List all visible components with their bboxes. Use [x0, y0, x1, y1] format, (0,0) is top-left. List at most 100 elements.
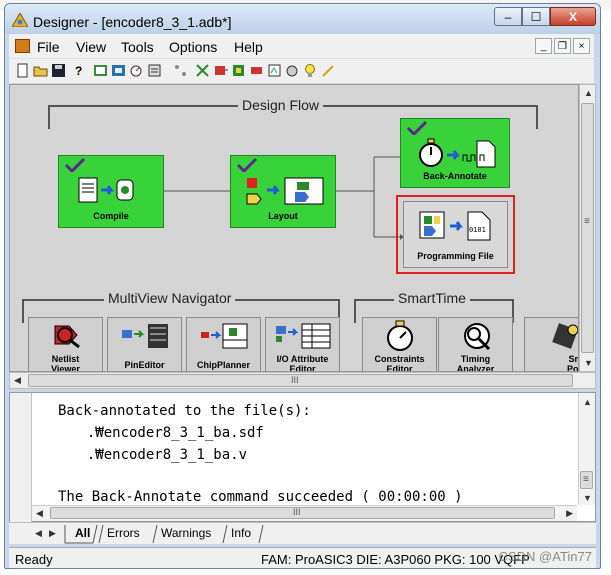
thumb-grip-icon: ≡: [583, 474, 589, 485]
programming-file-step[interactable]: 0101 Programming File: [403, 201, 508, 268]
log-tabs: ◀ ▶ All Errors Warnings Info: [9, 522, 596, 544]
toolbar: ?: [9, 58, 594, 83]
log-horizontal-scrollbar[interactable]: ◀ III ▶: [32, 505, 577, 521]
log-vertical-scrollbar[interactable]: ▲ ≡ ▼: [578, 393, 595, 505]
programming-file-icon: 0101: [419, 211, 491, 241]
close-button[interactable]: X: [550, 7, 596, 26]
scroll-right-arrow-icon[interactable]: ▶: [566, 508, 573, 519]
scroll-left-arrow-icon[interactable]: ◀: [36, 508, 43, 519]
io-icon[interactable]: [249, 63, 264, 78]
chip-icon[interactable]: [231, 63, 246, 78]
status-ready: Ready: [15, 552, 53, 567]
cross-probe-icon[interactable]: [195, 63, 210, 78]
log-panel: Back-annotated to the file(s): .₩encoder…: [9, 392, 596, 523]
tab-scroll-left-icon[interactable]: ◀: [35, 528, 42, 539]
tab-outlines: [64, 524, 264, 544]
smarttime-title: SmartTime: [394, 290, 470, 306]
flow-horizontal-scrollbar[interactable]: ◀ III: [9, 372, 596, 389]
flow-vertical-scrollbar[interactable]: ▲ ≡ ▼: [579, 84, 596, 372]
compile-step[interactable]: Compile: [58, 155, 164, 228]
document-icon[interactable]: [15, 39, 30, 53]
pin-editor-icon: [122, 324, 168, 348]
timing-icon[interactable]: [129, 63, 144, 78]
timing-analyzer-icon: [464, 323, 491, 351]
minimize-button[interactable]: –: [494, 7, 522, 26]
chip-planner-label: ChipPlanner: [196, 360, 250, 370]
thumb-grip-icon: ≡: [584, 216, 590, 227]
scroll-down-arrow-icon[interactable]: ▼: [583, 493, 592, 503]
log-line: .₩encoder8_3_1_ba.sdf: [70, 425, 264, 441]
multiview-title: MultiView Navigator: [104, 290, 236, 306]
design-flow-title: Design Flow: [238, 97, 324, 113]
design-flow-panel: Design Flow Compile Layout Back-Annotate…: [9, 84, 579, 372]
title-bar[interactable]: Designer - [encoder8_3_1.adb*] – ☐ X: [5, 4, 600, 34]
io-attribute-editor-icon: [276, 323, 331, 349]
svg-text:?: ?: [75, 64, 82, 78]
io-attribute-editor-label: I/O Attribute Editor: [276, 354, 329, 372]
log-gutter: [10, 393, 32, 523]
pin-icon[interactable]: [213, 63, 228, 78]
window-controls: – ☐ X: [494, 7, 596, 26]
mdi-minimize-button[interactable]: _: [535, 38, 552, 54]
report-icon[interactable]: [147, 63, 162, 78]
back-annotate-icon: [419, 138, 496, 168]
constraints-editor-label: Constraints Editor: [374, 354, 425, 372]
constraints-editor-icon: [387, 320, 413, 351]
back-annotate-step[interactable]: Back-Annotate: [400, 118, 510, 188]
new-icon[interactable]: [15, 63, 30, 78]
scroll-down-arrow-icon[interactable]: ▼: [584, 358, 593, 368]
smarttime-icon[interactable]: [267, 63, 282, 78]
netlist-viewer-icon: [54, 325, 80, 348]
scroll-up-arrow-icon[interactable]: ▲: [583, 397, 592, 407]
maximize-button[interactable]: ☐: [522, 7, 550, 26]
bulb-icon[interactable]: [303, 63, 318, 78]
mdi-close-button[interactable]: ×: [573, 38, 590, 54]
timing-analyzer-label: Timing Analyzer: [456, 354, 495, 372]
wand-icon[interactable]: [321, 63, 336, 78]
scroll-up-arrow-icon[interactable]: ▲: [584, 88, 593, 98]
window-title: Designer - [encoder8_3_1.adb*]: [33, 14, 232, 30]
completed-check-icon: [65, 158, 85, 172]
scroll-left-arrow-icon[interactable]: ◀: [14, 375, 21, 386]
open-icon[interactable]: [33, 63, 48, 78]
log-line: .₩encoder8_3_1_ba.v: [70, 447, 248, 463]
help-icon[interactable]: ?: [71, 63, 86, 78]
mdi-restore-button[interactable]: ❐: [554, 38, 571, 54]
constraints-editor-tool[interactable]: Constraints Editor: [362, 317, 437, 372]
save-icon[interactable]: [51, 63, 66, 78]
status-device-info: FAM: ProASIC3 DIE: A3P060 PKG: 100 VQFP: [261, 552, 530, 567]
thumb-grip-icon: III: [291, 375, 299, 385]
svg-text:0101: 0101: [469, 226, 486, 234]
hier-icon[interactable]: [173, 63, 188, 78]
pin-editor-label: PinEditor: [124, 360, 165, 370]
netlist-viewer-tool[interactable]: Netlist Viewer: [28, 317, 103, 372]
log-hscroll-thumb[interactable]: III: [50, 507, 555, 519]
netlist-icon[interactable]: [93, 63, 108, 78]
smart-power-tool[interactable]: SmartPower: [524, 317, 579, 372]
chip-planner-icon: [201, 323, 248, 349]
layout-icon[interactable]: [111, 63, 126, 78]
chip-planner-tool[interactable]: ChipPlanner: [186, 317, 261, 371]
programming-file-label: Programming File: [417, 251, 494, 261]
io-attribute-editor-tool[interactable]: I/O Attribute Editor: [265, 317, 340, 372]
thumb-grip-icon: III: [293, 507, 301, 517]
tab-scroll-right-icon[interactable]: ▶: [49, 528, 56, 539]
vertical-scroll-thumb[interactable]: ≡: [581, 103, 594, 353]
timing-analyzer-tool[interactable]: Timing Analyzer: [438, 317, 513, 372]
menu-file[interactable]: File: [37, 39, 60, 55]
log-scroll-thumb[interactable]: ≡: [580, 471, 593, 489]
power-icon[interactable]: [285, 63, 300, 78]
log-line: Back-annotated to the file(s):: [58, 403, 311, 419]
horizontal-scroll-thumb[interactable]: III: [28, 374, 573, 387]
pin-editor-tool[interactable]: PinEditor: [107, 317, 182, 371]
flow-connectors: [164, 154, 404, 240]
compile-icon: [78, 177, 134, 203]
smart-power-label: SmartPower: [566, 354, 579, 372]
menu-view[interactable]: View: [76, 39, 106, 55]
designer-app-icon: [12, 13, 28, 27]
completed-check-icon: [407, 121, 427, 135]
menu-tools[interactable]: Tools: [121, 39, 154, 55]
menu-help[interactable]: Help: [234, 39, 263, 55]
netlist-viewer-label: Netlist Viewer: [51, 354, 80, 372]
menu-options[interactable]: Options: [169, 39, 217, 55]
